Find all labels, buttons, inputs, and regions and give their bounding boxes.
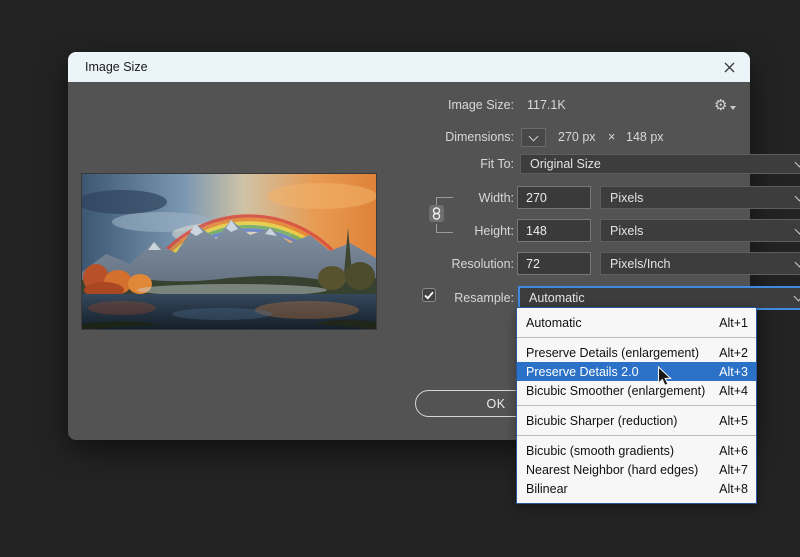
width-unit-select[interactable]: Pixels bbox=[600, 186, 800, 209]
menu-item-shortcut: Alt+7 bbox=[719, 463, 748, 477]
menu-group: Automatic Alt+1 bbox=[517, 308, 756, 337]
menu-item-label: Bicubic (smooth gradients) bbox=[526, 444, 674, 458]
resolution-unit-select[interactable]: Pixels/Inch bbox=[600, 252, 800, 275]
menu-item-shortcut: Alt+1 bbox=[719, 316, 748, 330]
ok-button-label: OK bbox=[486, 397, 505, 411]
resample-value: Automatic bbox=[529, 291, 585, 305]
chevron-down-icon bbox=[795, 191, 800, 201]
resample-menu-item[interactable]: Preserve Details (enlargement) Alt+2 bbox=[517, 343, 756, 362]
chevron-down-icon bbox=[795, 257, 800, 267]
fit-to-select[interactable]: Original Size bbox=[520, 154, 800, 174]
resample-menu-item[interactable]: Bilinear Alt+8 bbox=[517, 479, 756, 498]
settings-gear-button[interactable]: ⚙ bbox=[714, 96, 736, 114]
menu-item-shortcut: Alt+4 bbox=[719, 384, 748, 398]
menu-item-shortcut: Alt+6 bbox=[719, 444, 748, 458]
menu-item-shortcut: Alt+5 bbox=[719, 414, 748, 428]
dimensions-width-value: 270 px bbox=[558, 130, 596, 144]
menu-item-label: Bilinear bbox=[526, 482, 568, 496]
resample-menu-item[interactable]: Bicubic Sharper (reduction) Alt+5 bbox=[517, 411, 756, 430]
close-button[interactable] bbox=[721, 59, 737, 75]
resample-menu-item[interactable]: Preserve Details 2.0 Alt+3 bbox=[517, 362, 756, 381]
chevron-down-icon bbox=[529, 131, 539, 141]
menu-item-label: Nearest Neighbor (hard edges) bbox=[526, 463, 698, 477]
gear-icon: ⚙ bbox=[714, 96, 727, 114]
height-unit-select[interactable]: Pixels bbox=[600, 219, 800, 242]
link-dimensions-toggle[interactable] bbox=[429, 205, 444, 222]
image-preview[interactable] bbox=[81, 173, 377, 330]
image-size-value: 117.1K bbox=[527, 98, 566, 112]
dimensions-height-value: 148 px bbox=[626, 130, 664, 144]
menu-group: Bicubic (smooth gradients) Alt+6 Nearest N… bbox=[517, 436, 756, 503]
menu-item-label: Bicubic Smoother (enlargement) bbox=[526, 384, 705, 398]
dimensions-label: Dimensions: bbox=[394, 130, 514, 144]
resample-menu-item[interactable]: Nearest Neighbor (hard edges) Alt+7 bbox=[517, 460, 756, 479]
resample-menu: Automatic Alt+1 Preserve Details (enlargem… bbox=[516, 307, 757, 504]
resample-label: Resample: bbox=[394, 291, 514, 305]
resample-menu-item[interactable]: Bicubic (smooth gradients) Alt+6 bbox=[517, 441, 756, 460]
dimensions-unit-dropdown[interactable] bbox=[521, 128, 546, 147]
height-input[interactable] bbox=[517, 219, 591, 242]
resample-menu-item[interactable]: Bicubic Smoother (enlargement) Alt+4 bbox=[517, 381, 756, 400]
width-input[interactable] bbox=[517, 186, 591, 209]
chevron-down-icon bbox=[795, 224, 800, 234]
resolution-label: Resolution: bbox=[394, 257, 514, 271]
menu-item-shortcut: Alt+2 bbox=[719, 346, 748, 360]
resample-menu-item[interactable]: Automatic Alt+1 bbox=[517, 313, 756, 332]
menu-item-label: Preserve Details 2.0 bbox=[526, 365, 639, 379]
caret-down-icon bbox=[730, 106, 736, 110]
menu-item-label: Preserve Details (enlargement) bbox=[526, 346, 699, 360]
menu-item-label: Bicubic Sharper (reduction) bbox=[526, 414, 677, 428]
photoshop-canvas-background: Image Size bbox=[0, 0, 800, 557]
image-size-label: Image Size: bbox=[394, 98, 514, 112]
menu-item-shortcut: Alt+3 bbox=[719, 365, 748, 379]
menu-group: Bicubic Sharper (reduction) Alt+5 bbox=[517, 406, 756, 435]
chevron-down-icon bbox=[795, 158, 800, 168]
height-unit-value: Pixels bbox=[610, 224, 643, 238]
close-icon bbox=[724, 62, 735, 73]
chevron-down-icon bbox=[794, 292, 800, 302]
resolution-unit-value: Pixels/Inch bbox=[610, 257, 670, 271]
resolution-input[interactable] bbox=[517, 252, 591, 275]
chain-link-icon bbox=[432, 207, 441, 220]
width-label: Width: bbox=[394, 191, 514, 205]
landscape-thumbnail bbox=[82, 174, 376, 329]
dialog-titlebar[interactable]: Image Size bbox=[68, 52, 750, 82]
menu-item-label: Automatic bbox=[526, 316, 582, 330]
width-unit-value: Pixels bbox=[610, 191, 643, 205]
dimensions-times: × bbox=[608, 130, 615, 144]
dialog-title: Image Size bbox=[85, 60, 148, 74]
menu-item-shortcut: Alt+8 bbox=[719, 482, 748, 496]
mouse-cursor-icon bbox=[657, 366, 672, 387]
menu-group: Preserve Details (enlargement)Alt+2Prese… bbox=[517, 338, 756, 405]
fit-to-label: Fit To: bbox=[394, 157, 514, 171]
height-label: Height: bbox=[394, 224, 514, 238]
fit-to-value: Original Size bbox=[530, 157, 601, 171]
